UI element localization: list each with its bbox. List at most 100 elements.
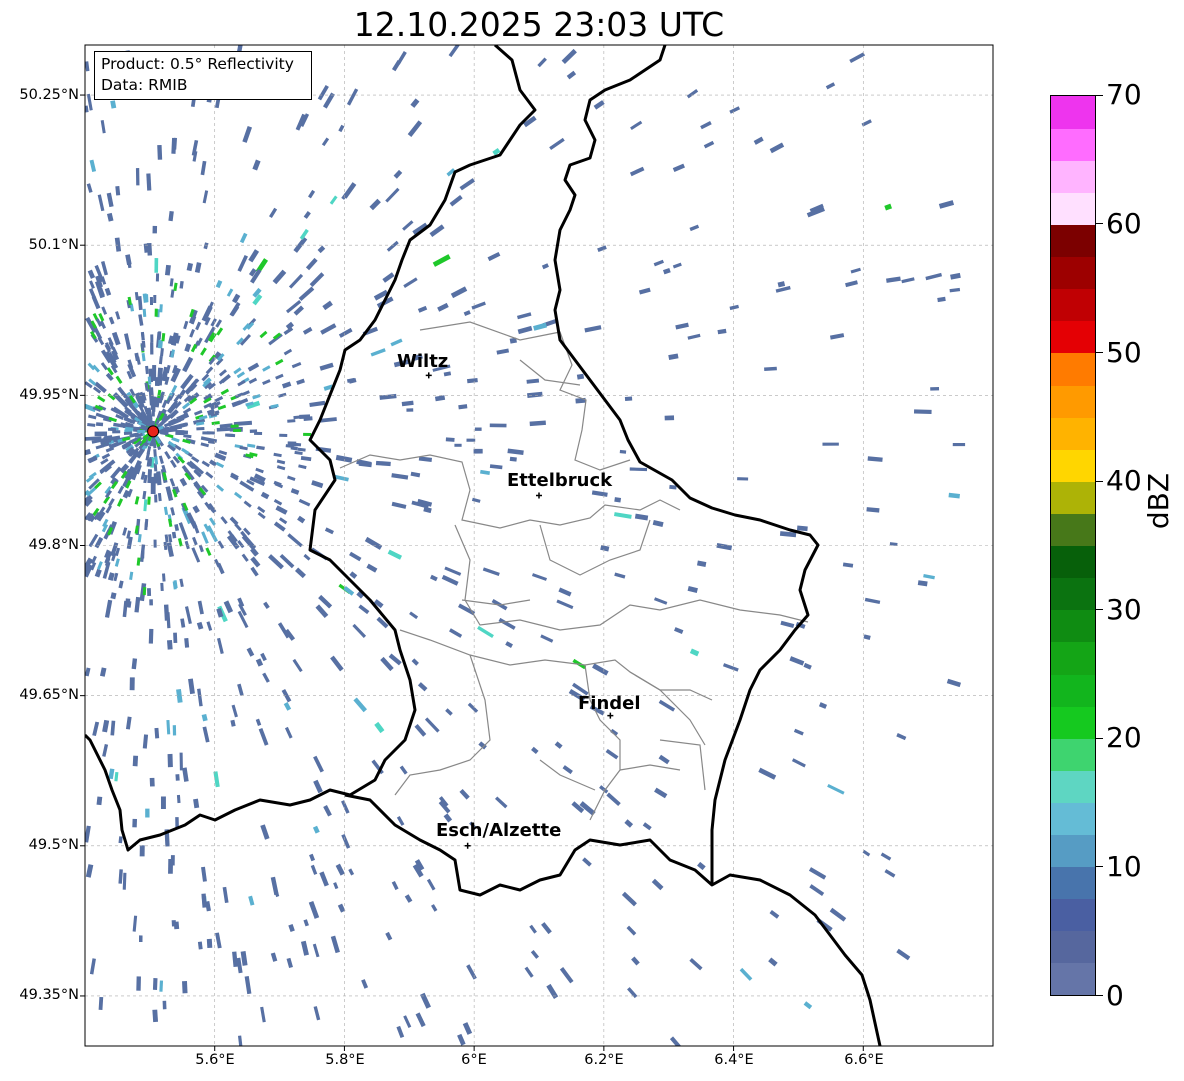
echo-cell bbox=[164, 450, 171, 460]
echo-cell bbox=[629, 166, 645, 177]
echo-cell bbox=[687, 586, 698, 593]
colorbar-segment bbox=[1051, 770, 1095, 803]
echo-cell bbox=[125, 598, 131, 608]
echo-cell bbox=[606, 792, 621, 807]
echo-cell bbox=[167, 753, 173, 768]
echo-cell bbox=[174, 523, 180, 532]
echo-cell bbox=[189, 329, 195, 338]
echo-cell bbox=[160, 348, 164, 357]
echo-cell bbox=[172, 725, 177, 736]
product-label: Product: 0.5° Reflectivity bbox=[101, 55, 294, 73]
echo-cell bbox=[97, 194, 105, 212]
echo-cell bbox=[654, 597, 668, 605]
echo-cell bbox=[108, 316, 115, 325]
echo-cell bbox=[237, 379, 246, 387]
echo-cell bbox=[429, 224, 445, 238]
echo-cell bbox=[237, 254, 248, 272]
echo-cell bbox=[769, 910, 780, 919]
echo-cell bbox=[195, 321, 202, 331]
echo-cell bbox=[696, 560, 707, 567]
echo-cell bbox=[634, 513, 649, 521]
echo-cell bbox=[192, 505, 200, 514]
echo-cell bbox=[168, 210, 174, 222]
echo-cell bbox=[115, 375, 123, 384]
echo-cell bbox=[97, 336, 105, 346]
echo-cell bbox=[100, 458, 109, 465]
echo-cell bbox=[136, 557, 141, 566]
echo-cell bbox=[283, 702, 292, 711]
echo-cell bbox=[549, 137, 565, 151]
echo-cell bbox=[206, 621, 213, 631]
echo-cell bbox=[487, 251, 501, 262]
echo-cell bbox=[183, 434, 192, 439]
echo-cell bbox=[147, 376, 152, 385]
echo-cell bbox=[309, 853, 316, 862]
echo-cell bbox=[341, 800, 350, 814]
echo-cell bbox=[489, 423, 507, 428]
echo-cell bbox=[106, 192, 114, 208]
echo-cell bbox=[233, 367, 242, 375]
echo-cell bbox=[205, 366, 214, 375]
echo-cell bbox=[193, 798, 200, 809]
echo-cell bbox=[196, 621, 204, 630]
echo-cell bbox=[313, 779, 323, 794]
echo-cell bbox=[144, 518, 149, 528]
echo-cell bbox=[317, 245, 326, 254]
echo-cell bbox=[171, 531, 177, 539]
echo-cell bbox=[466, 964, 477, 980]
colorbar-segment bbox=[1051, 866, 1095, 900]
echo-cell bbox=[396, 1025, 405, 1039]
echo-cell bbox=[170, 855, 175, 866]
echo-cell bbox=[252, 159, 261, 171]
echo-cell bbox=[222, 886, 229, 904]
echo-cell bbox=[621, 891, 637, 907]
echo-cell bbox=[150, 334, 154, 343]
echo-cell bbox=[482, 567, 500, 577]
echo-cell bbox=[139, 845, 145, 857]
colorbar-tick-20: 20 bbox=[1106, 721, 1142, 754]
echo-cell bbox=[448, 45, 460, 58]
echo-cell bbox=[145, 365, 149, 375]
echo-cell bbox=[319, 362, 334, 371]
echo-cell bbox=[262, 379, 271, 386]
echo-cell bbox=[146, 173, 152, 191]
echo-cell bbox=[638, 287, 651, 295]
echo-cell bbox=[793, 728, 804, 736]
echo-cell bbox=[276, 459, 286, 465]
echo-cell bbox=[390, 338, 403, 347]
echo-cell bbox=[463, 310, 471, 317]
echo-cell bbox=[164, 534, 169, 543]
echo-cell bbox=[396, 815, 405, 826]
echo-cell bbox=[554, 741, 563, 749]
echo-cell bbox=[157, 339, 163, 349]
echo-cell bbox=[335, 454, 353, 463]
echo-cell bbox=[629, 467, 648, 472]
echo-cell bbox=[923, 573, 935, 580]
echo-cell bbox=[255, 658, 264, 667]
echo-cell bbox=[201, 713, 208, 722]
echo-cell bbox=[739, 967, 753, 981]
echo-cell bbox=[161, 333, 166, 342]
echo-cell bbox=[115, 311, 121, 320]
echo-cell bbox=[884, 869, 896, 878]
echo-cell bbox=[703, 140, 715, 149]
echo-cell bbox=[216, 484, 225, 492]
colorbar-segment bbox=[1051, 481, 1095, 514]
echo-cell bbox=[132, 755, 139, 767]
echo-cell bbox=[775, 285, 791, 293]
echo-cell bbox=[216, 327, 224, 336]
echo-cell bbox=[287, 533, 303, 548]
colorbar-tick-40: 40 bbox=[1106, 464, 1142, 497]
echo-cell bbox=[300, 456, 312, 462]
echo-cell bbox=[369, 198, 381, 211]
city-marker bbox=[464, 842, 471, 849]
echo-cell bbox=[191, 547, 201, 563]
echo-cell bbox=[321, 137, 330, 147]
echo-cell bbox=[254, 431, 263, 435]
city-label-findel: Findel bbox=[578, 693, 641, 714]
colorbar-segment bbox=[1051, 802, 1095, 836]
echo-cell bbox=[286, 475, 296, 481]
echo-cell bbox=[143, 499, 148, 512]
echo-cell bbox=[226, 288, 234, 297]
colorbar-tick-mark bbox=[1096, 480, 1103, 482]
